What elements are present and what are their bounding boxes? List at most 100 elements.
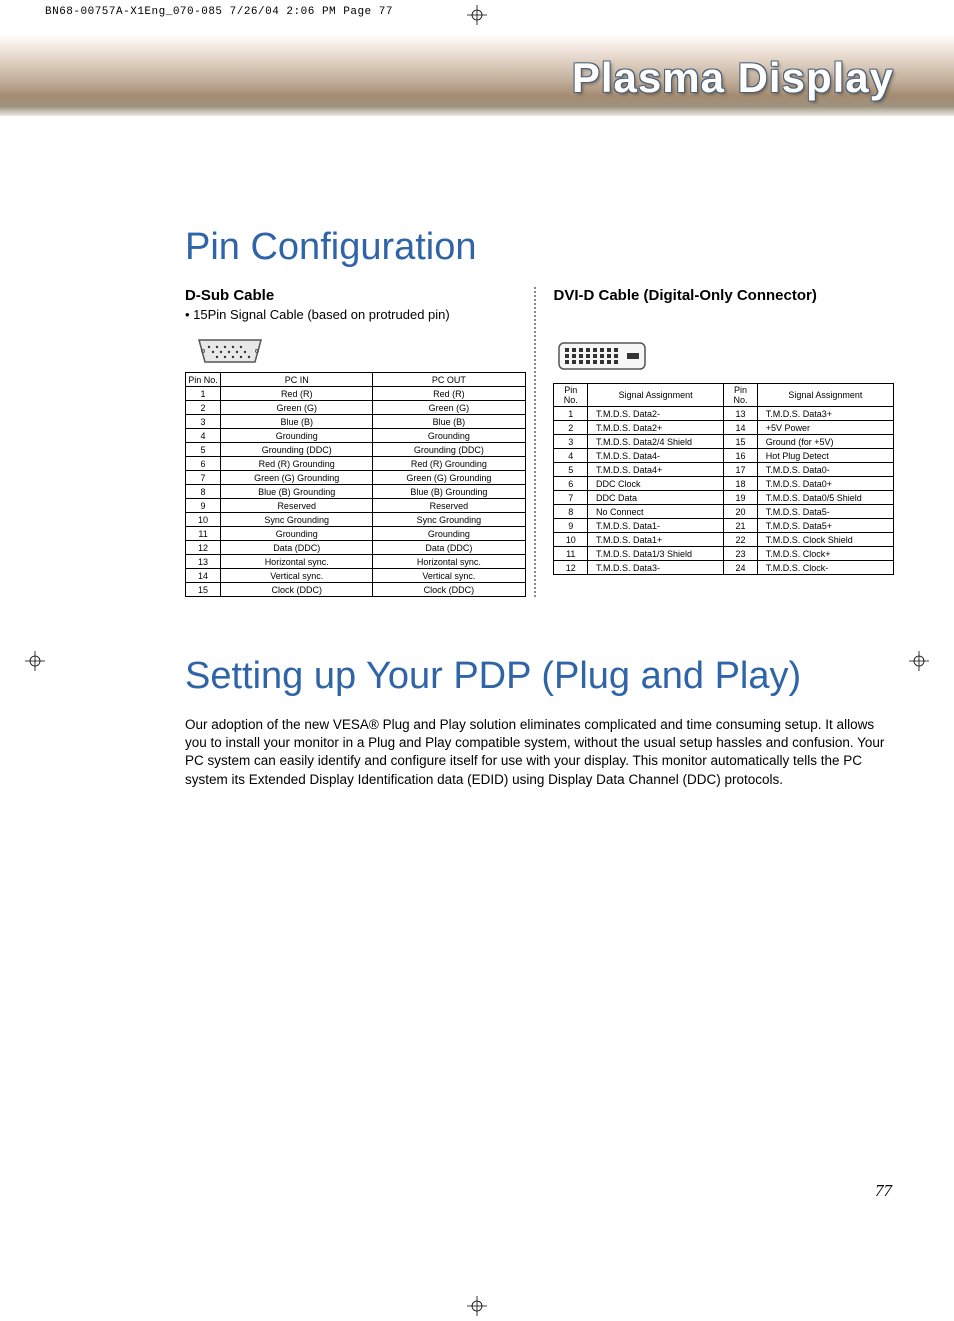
table-cell: 13 — [186, 555, 221, 569]
table-cell: Grounding (DDC) — [373, 443, 525, 457]
table-cell: 23 — [724, 547, 758, 561]
table-row: 9T.M.D.S. Data1-21T.M.D.S. Data5+ — [554, 519, 894, 533]
table-row: 6Red (R) GroundingRed (R) Grounding — [186, 457, 526, 471]
table-cell: Horizontal sync. — [221, 555, 373, 569]
table-cell: Sync Grounding — [373, 513, 525, 527]
table-cell: 2 — [554, 421, 588, 435]
table-row: 11GroundingGrounding — [186, 527, 526, 541]
crop-mark-icon — [909, 651, 929, 671]
table-cell: Green (G) Grounding — [373, 471, 525, 485]
table-cell: T.M.D.S. Data5+ — [757, 519, 893, 533]
table-cell: Vertical sync. — [221, 569, 373, 583]
table-row: 14Vertical sync.Vertical sync. — [186, 569, 526, 583]
table-cell: Clock (DDC) — [373, 583, 525, 597]
table-cell: T.M.D.S. Data2+ — [588, 421, 724, 435]
table-row: 11T.M.D.S. Data1/3 Shield23T.M.D.S. Cloc… — [554, 547, 894, 561]
dvi-connector-icon — [557, 339, 647, 373]
table-row: 5Grounding (DDC)Grounding (DDC) — [186, 443, 526, 457]
table-cell: No Connect — [588, 505, 724, 519]
table-cell: Green (G) Grounding — [221, 471, 373, 485]
table-cell: Blue (B) Grounding — [221, 485, 373, 499]
dsub-heading: D-Sub Cable — [185, 287, 526, 304]
table-row: 8No Connect20T.M.D.S. Data5- — [554, 505, 894, 519]
table-cell: 2 — [186, 401, 221, 415]
table-cell: 3 — [186, 415, 221, 429]
dvi-pin-table: Pin No.Signal AssignmentPin No.Signal As… — [553, 383, 894, 575]
table-row: 2T.M.D.S. Data2+14+5V Power — [554, 421, 894, 435]
table-cell: T.M.D.S. Data1- — [588, 519, 724, 533]
table-cell: 15 — [724, 435, 758, 449]
table-header: Signal Assignment — [588, 384, 724, 407]
table-cell: 14 — [186, 569, 221, 583]
table-cell: Sync Grounding — [221, 513, 373, 527]
table-row: 10Sync GroundingSync Grounding — [186, 513, 526, 527]
table-cell: Red (R) Grounding — [221, 457, 373, 471]
table-cell: 10 — [554, 533, 588, 547]
table-row: 6DDC Clock18T.M.D.S. Data0+ — [554, 477, 894, 491]
table-cell: 11 — [554, 547, 588, 561]
table-cell: 16 — [724, 449, 758, 463]
dvi-heading: DVI-D Cable (Digital-Only Connector) — [553, 287, 894, 304]
table-header: PC IN — [221, 373, 373, 387]
table-cell: 18 — [724, 477, 758, 491]
table-cell: T.M.D.S. Data4+ — [588, 463, 724, 477]
table-cell: 8 — [186, 485, 221, 499]
table-cell: Horizontal sync. — [373, 555, 525, 569]
table-cell: T.M.D.S. Data2- — [588, 407, 724, 421]
table-cell: 13 — [724, 407, 758, 421]
table-cell: T.M.D.S. Data5- — [757, 505, 893, 519]
table-cell: 1 — [186, 387, 221, 401]
section-heading-pnp: Setting up Your PDP (Plug and Play) — [185, 655, 894, 698]
table-cell: T.M.D.S. Data0- — [757, 463, 893, 477]
table-cell: Grounding — [373, 429, 525, 443]
banner-title: Plasma Display — [572, 54, 894, 102]
table-row: 2Green (G)Green (G) — [186, 401, 526, 415]
table-cell: Blue (B) — [373, 415, 525, 429]
table-row: 5T.M.D.S. Data4+17T.M.D.S. Data0- — [554, 463, 894, 477]
table-cell: T.M.D.S. Clock+ — [757, 547, 893, 561]
table-cell: 22 — [724, 533, 758, 547]
table-cell: 20 — [724, 505, 758, 519]
table-cell: +5V Power — [757, 421, 893, 435]
table-cell: Reserved — [373, 499, 525, 513]
table-cell: 4 — [554, 449, 588, 463]
crop-mark-icon — [25, 651, 45, 671]
table-header: Pin No. — [186, 373, 221, 387]
table-cell: 7 — [186, 471, 221, 485]
table-cell: Ground (for +5V) — [757, 435, 893, 449]
table-cell: Red (R) — [221, 387, 373, 401]
table-cell: 1 — [554, 407, 588, 421]
table-cell: T.M.D.S. Clock Shield — [757, 533, 893, 547]
table-cell: Grounding — [221, 527, 373, 541]
table-cell: T.M.D.S. Data0+ — [757, 477, 893, 491]
table-cell: Green (G) — [373, 401, 525, 415]
table-cell: T.M.D.S. Data2/4 Shield — [588, 435, 724, 449]
table-cell: 6 — [554, 477, 588, 491]
table-cell: Vertical sync. — [373, 569, 525, 583]
crop-mark-icon — [467, 1296, 487, 1316]
table-cell: 11 — [186, 527, 221, 541]
table-header: PC OUT — [373, 373, 525, 387]
table-cell: Grounding — [373, 527, 525, 541]
table-cell: 6 — [186, 457, 221, 471]
table-row: 7Green (G) GroundingGreen (G) Grounding — [186, 471, 526, 485]
table-cell: Blue (B) — [221, 415, 373, 429]
section-heading-pin-config: Pin Configuration — [185, 226, 894, 269]
table-row: 1Red (R)Red (R) — [186, 387, 526, 401]
table-cell: 3 — [554, 435, 588, 449]
table-cell: Data (DDC) — [373, 541, 525, 555]
table-cell: 21 — [724, 519, 758, 533]
table-cell: Hot Plug Detect — [757, 449, 893, 463]
page-banner: Plasma Display — [0, 36, 954, 116]
table-row: 3Blue (B)Blue (B) — [186, 415, 526, 429]
table-cell: 10 — [186, 513, 221, 527]
table-cell: 7 — [554, 491, 588, 505]
table-cell: T.M.D.S. Data0/5 Shield — [757, 491, 893, 505]
table-row: 4GroundingGrounding — [186, 429, 526, 443]
table-cell: 12 — [554, 561, 588, 575]
table-header: Pin No. — [724, 384, 758, 407]
table-cell: T.M.D.S. Clock- — [757, 561, 893, 575]
table-cell: 9 — [554, 519, 588, 533]
table-cell: T.M.D.S. Data3+ — [757, 407, 893, 421]
dsub-pin-table: Pin No.PC INPC OUT 1Red (R)Red (R)2 Green… — [185, 372, 526, 597]
